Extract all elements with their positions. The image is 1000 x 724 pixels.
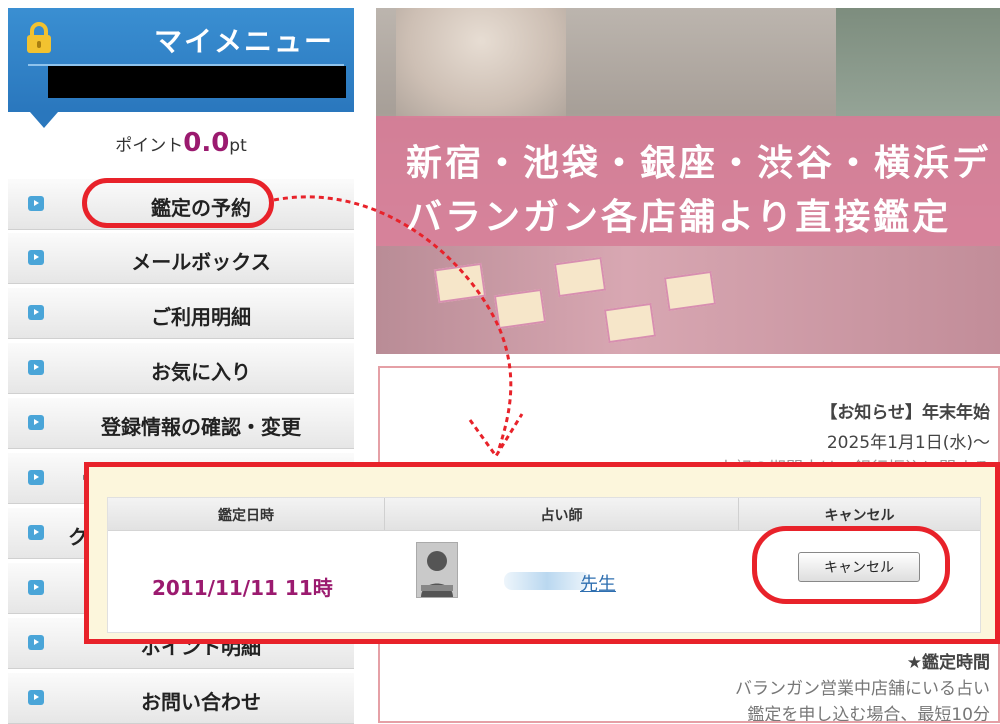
annotation-arrow <box>273 195 524 459</box>
